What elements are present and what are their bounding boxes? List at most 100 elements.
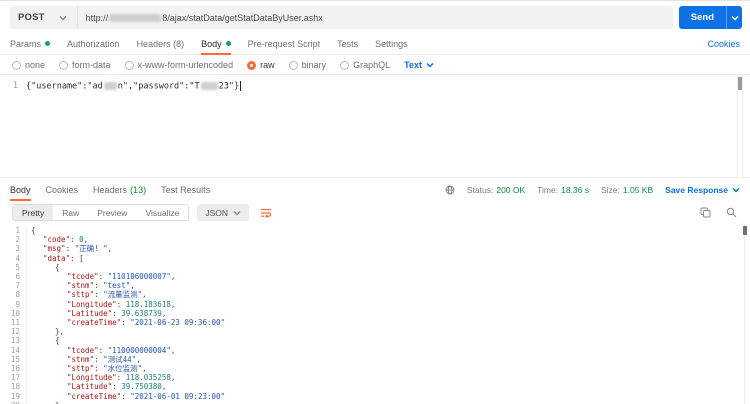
line-number: 6: [15, 272, 20, 282]
status-badge: Status: 200 OK: [466, 184, 526, 195]
request-tabs: Params Authorization Headers (8) Body Pr…: [0, 33, 750, 55]
response-code-line: 18 "Latitude": 39.750380,: [0, 382, 750, 392]
line-number: 10: [10, 308, 20, 318]
line-number: 15: [10, 354, 20, 364]
save-response-button[interactable]: Save Response: [665, 185, 740, 195]
line-number: 8: [15, 290, 20, 300]
url-input[interactable]: http:// 8/ajax/statData/getStatDataByUser…: [78, 6, 673, 29]
response-code-line: 8 "sttp": "流量监测",: [0, 290, 750, 300]
line-number: 1: [15, 226, 20, 235]
tab-params[interactable]: Params: [10, 33, 51, 54]
response-header: Body Cookies Headers (13) Test Results S…: [0, 178, 750, 201]
response-body-viewer[interactable]: 1{2 "code": 0, 3 "msg": "正确! ", 4 "data": [5{…: [0, 224, 750, 404]
view-visualize[interactable]: Visualize: [136, 205, 189, 220]
chevron-down-icon: [59, 15, 67, 21]
chevron-down-icon: [732, 187, 740, 193]
response-code-line: 19 "createTime": "2021-06-01 09:23:00": [0, 391, 750, 401]
response-code-line: 2 "code": 0,: [0, 235, 750, 245]
tab-authorization[interactable]: Authorization: [67, 33, 120, 54]
response-code-line: 15 "stnm": "测试44",: [0, 354, 750, 365]
send-button[interactable]: Send: [678, 6, 726, 29]
response-format-select[interactable]: JSON: [197, 204, 249, 221]
tab-tests[interactable]: Tests: [337, 33, 358, 54]
response-code-line: 11 "createTime": "2021-06-23 09:36:00": [0, 318, 750, 328]
body-mode-form-data[interactable]: form-data: [59, 60, 111, 70]
editor-scrollbar[interactable]: [737, 75, 743, 177]
response-scrollbar-thumb[interactable]: [743, 226, 747, 235]
chevron-down-icon: [233, 210, 241, 216]
response-code-line: 1{: [0, 226, 750, 236]
body-green-dot: [225, 41, 231, 46]
line-number: 11: [10, 318, 20, 328]
line-number: 13: [10, 336, 20, 346]
response-code-line: 16 "sttp": "水位监测",: [0, 364, 750, 374]
line-number: 19: [10, 391, 20, 401]
response-code-line: 17 "Longitude": 118.035258,: [0, 373, 750, 383]
line-number: 7: [15, 281, 20, 291]
request-body-editor[interactable]: 1 {"username":"ad n","password":"T 23"}: [0, 74, 750, 178]
send-options-button[interactable]: [726, 6, 742, 29]
line-number: 5: [15, 262, 20, 272]
line-number: 3: [15, 244, 20, 254]
response-scrollbar[interactable]: [744, 224, 745, 404]
size-badge: Size: 1.05 KB: [601, 184, 654, 195]
raw-format-select[interactable]: Text: [404, 60, 434, 70]
response-tab-cookies[interactable]: Cookies: [46, 178, 79, 201]
response-toolbar: Pretty Raw Preview Visualize JSON: [0, 201, 750, 224]
request-url-row: POST http:// 8/ajax/statData/getStatDataB…: [0, 1, 750, 33]
response-meta: Status: 200 OK Time: 18.36 s Size: 1.05 …: [445, 185, 740, 195]
tab-pre-request-script[interactable]: Pre-request Script: [248, 33, 321, 54]
body-mode-binary[interactable]: binary: [288, 60, 326, 70]
globe-icon[interactable]: [445, 185, 455, 195]
line-number: 2: [15, 235, 20, 245]
chevron-down-icon: [426, 62, 434, 68]
tab-headers[interactable]: Headers (8): [137, 33, 185, 54]
radio-icon: [124, 60, 134, 70]
body-mode-x-www-form-urlencoded[interactable]: x-www-form-urlencoded: [124, 60, 233, 70]
response-code-line: 12},: [0, 327, 750, 337]
editor-scrollbar-thumb[interactable]: [738, 77, 742, 90]
redacted-text: [103, 82, 117, 90]
view-raw[interactable]: Raw: [53, 205, 89, 220]
request-body-text: {"username":"ad n","password":"T 23"}: [26, 81, 242, 92]
body-mode-row: none form-data x-www-form-urlencoded raw…: [0, 55, 750, 74]
wrap-text-icon[interactable]: [257, 204, 275, 221]
view-preview[interactable]: Preview: [88, 205, 137, 220]
params-green-dot: [45, 41, 51, 46]
view-pretty[interactable]: Pretty: [13, 205, 54, 220]
line-number: 4: [15, 253, 20, 263]
method-select[interactable]: POST: [10, 6, 78, 29]
response-code-line: 3 "msg": "正确! ",: [0, 244, 750, 254]
redacted-text: [200, 82, 218, 90]
response-code-line: 6 "tcode": "110106000007",: [0, 272, 750, 282]
body-mode-raw[interactable]: raw: [247, 60, 275, 70]
cookies-link[interactable]: Cookies: [707, 39, 740, 49]
radio-selected-icon: [247, 60, 257, 70]
tab-settings[interactable]: Settings: [375, 33, 408, 54]
response-code-line: 4 "data": [: [0, 253, 750, 263]
radio-icon: [59, 60, 69, 70]
response-code-line: 5{: [0, 262, 750, 273]
line-number: 9: [15, 299, 20, 309]
response-code-line: 13{: [0, 336, 750, 346]
response-code-line: 10 "Latitude": 39.638739,: [0, 308, 750, 319]
api-client-window: POST http:// 8/ajax/statData/getStatDataB…: [0, 0, 750, 404]
response-code-lines: 1{2 "code": 0, 3 "msg": "正确! ", 4 "data": [5{…: [0, 226, 750, 404]
radio-icon: [340, 60, 350, 70]
body-mode-graphql[interactable]: GraphQL: [340, 60, 390, 70]
headers-count-badge: (13): [130, 184, 147, 195]
chevron-down-icon: [730, 15, 739, 21]
line-number: 17: [10, 373, 20, 383]
radio-icon: [12, 60, 21, 70]
response-tab-test-results[interactable]: Test Results: [161, 178, 210, 201]
tab-body[interactable]: Body: [201, 33, 231, 55]
line-number: 18: [10, 382, 20, 392]
response-tab-headers[interactable]: Headers (13): [93, 178, 146, 201]
response-tab-body[interactable]: Body: [10, 178, 31, 201]
body-mode-none[interactable]: none: [12, 60, 45, 70]
url-suffix: 8/ajax/statData/getStatDataByUser.ashx: [162, 12, 323, 23]
search-icon[interactable]: [722, 204, 740, 221]
line-number: 14: [10, 345, 20, 355]
text-cursor: [240, 81, 242, 91]
copy-icon[interactable]: [696, 204, 714, 221]
